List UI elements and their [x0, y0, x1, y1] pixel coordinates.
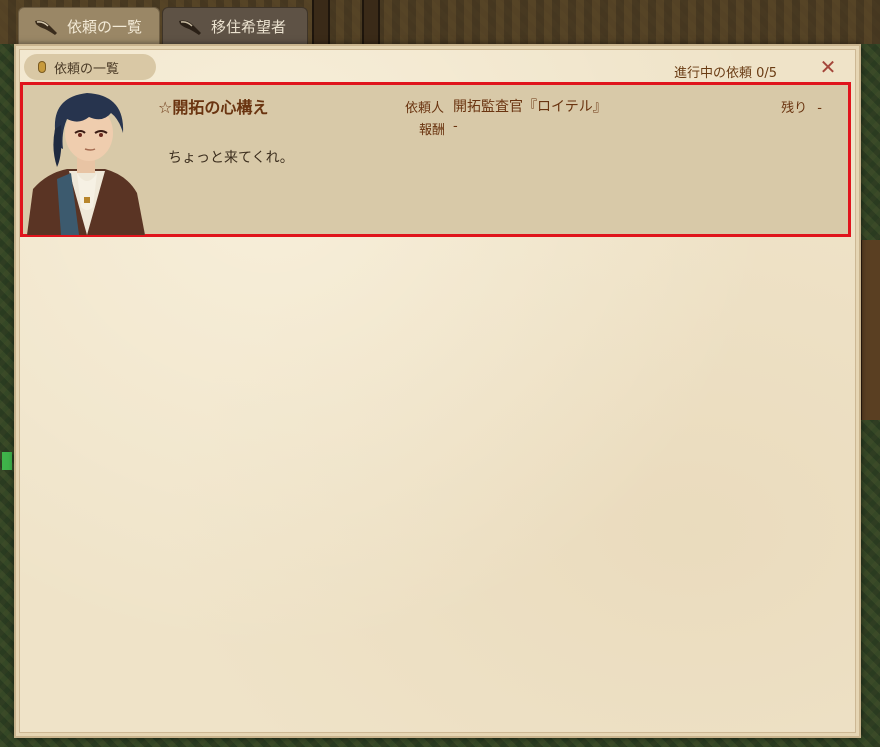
horn-icon [35, 20, 57, 35]
tab-label: 依頼の一覧 [67, 18, 143, 36]
bullet-icon [38, 61, 46, 73]
remaining-value: - [817, 101, 822, 116]
active-requests-count: 進行中の依頼 0/5 [673, 66, 777, 81]
plant-decoration [2, 452, 12, 470]
wooden-pillar [312, 0, 330, 44]
close-icon[interactable]: ✕ [819, 57, 837, 77]
remaining-label: 残り - [781, 101, 822, 116]
tab-migrants[interactable]: 移住希望者 [162, 7, 308, 45]
sub-tab-request-list[interactable]: 依頼の一覧 [24, 54, 156, 80]
reward-label: 報酬 [419, 123, 446, 138]
sub-tab-label: 依頼の一覧 [54, 61, 120, 77]
quest-description: ちょっと来てくれ。 [168, 150, 294, 166]
horn-icon [179, 20, 201, 35]
client-label: 依頼人 [405, 101, 445, 116]
tab-label: 移住希望者 [211, 18, 287, 36]
request-card[interactable]: ☆開拓の心構え 依頼人 開拓監査官『ロイテル』 報酬 - 残り - ちょっと来て… [20, 82, 851, 237]
client-name: 開拓監査官『ロイテル』 [453, 99, 607, 115]
wooden-post [860, 240, 880, 420]
wooden-pillar [362, 0, 380, 44]
character-portrait [27, 89, 145, 235]
quest-title: ☆開拓の心構え [158, 98, 269, 117]
reward-value: - [453, 119, 458, 134]
request-panel: 依頼の一覧 進行中の依頼 0/5 ✕ ☆開拓の心構え 依頼人 開拓監査官『ロイテ… [14, 44, 861, 738]
tab-request-list[interactable]: 依頼の一覧 [18, 7, 160, 45]
